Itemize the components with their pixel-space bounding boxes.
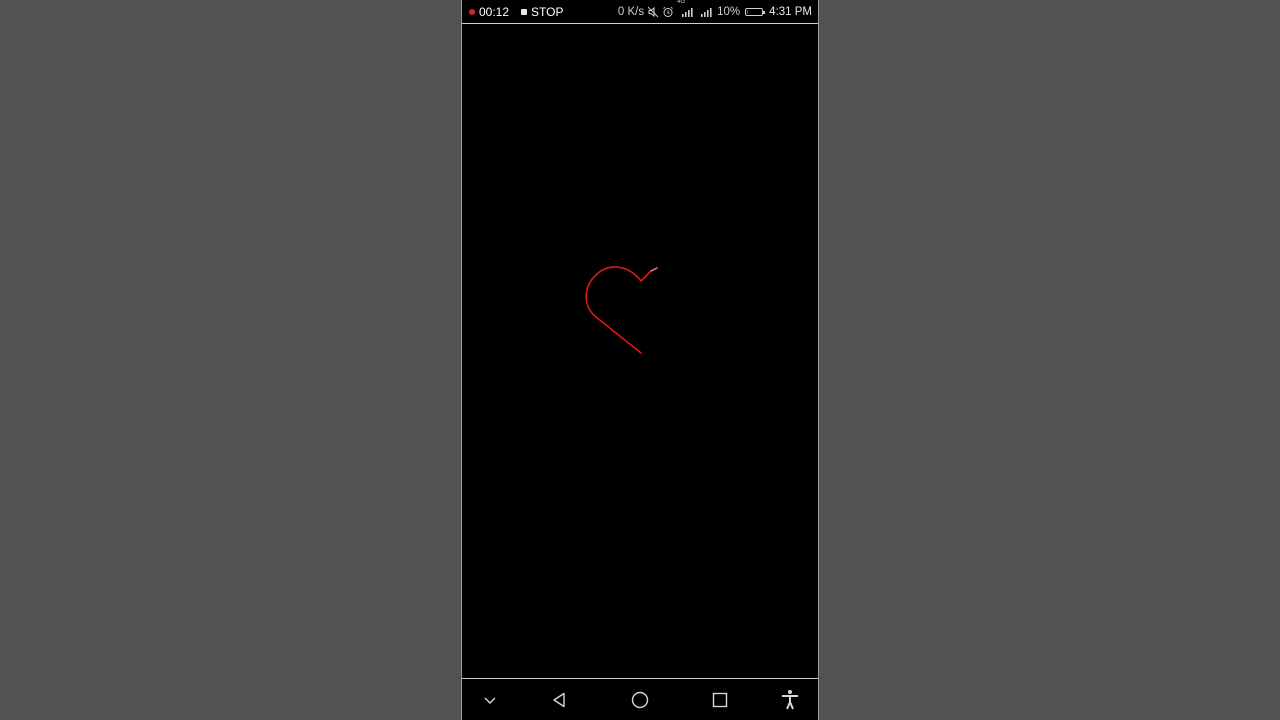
home-circle-icon: [631, 691, 649, 708]
back-triangle-icon: [553, 692, 565, 707]
alarm-icon: [662, 6, 674, 18]
phone-screen: 00:12 STOP 0 K/s 4G 10% 4:31 PM: [461, 0, 819, 720]
home-button[interactable]: [620, 679, 660, 720]
navigation-bar: [461, 678, 819, 720]
heart-outline-stroke: [585, 266, 652, 354]
stop-button[interactable]: STOP: [531, 0, 563, 24]
drawing-canvas[interactable]: [461, 25, 819, 678]
heart-drawing: [585, 266, 658, 354]
battery-level-fill: [747, 10, 749, 14]
battery-icon: [745, 8, 766, 16]
accessibility-button[interactable]: [770, 679, 810, 720]
accessibility-icon: [782, 689, 798, 709]
battery-percent: 10%: [717, 6, 741, 18]
screen-background: 00:12 STOP 0 K/s 4G 10% 4:31 PM: [0, 0, 1280, 720]
screen-recorder-controls: 00:12 STOP: [469, 0, 564, 24]
signal-icon: 4G: [677, 0, 693, 18]
heart-pen-tip: [650, 267, 658, 272]
stop-icon[interactable]: [521, 9, 528, 15]
signal-icon: [700, 6, 714, 18]
collapse-nav-button[interactable]: [470, 679, 510, 720]
recents-square-icon: [712, 692, 728, 707]
net-speed: 0 K/s: [617, 6, 645, 18]
clock: 4:31 PM: [769, 6, 812, 18]
chevron-down-icon: [484, 697, 496, 704]
recording-timer: 00:12: [479, 5, 510, 19]
record-dot-icon: [469, 9, 475, 15]
recents-button[interactable]: [700, 679, 740, 720]
status-bar: 00:12 STOP 0 K/s 4G 10% 4:31 PM: [461, 0, 819, 24]
back-button[interactable]: [540, 679, 580, 720]
network-type: 4G: [677, 0, 686, 5]
phone-left-edge: [461, 0, 462, 720]
phone-right-edge: [818, 0, 819, 720]
mute-icon: [647, 6, 659, 18]
status-indicators: 0 K/s 4G 10% 4:31 PM: [618, 0, 812, 24]
